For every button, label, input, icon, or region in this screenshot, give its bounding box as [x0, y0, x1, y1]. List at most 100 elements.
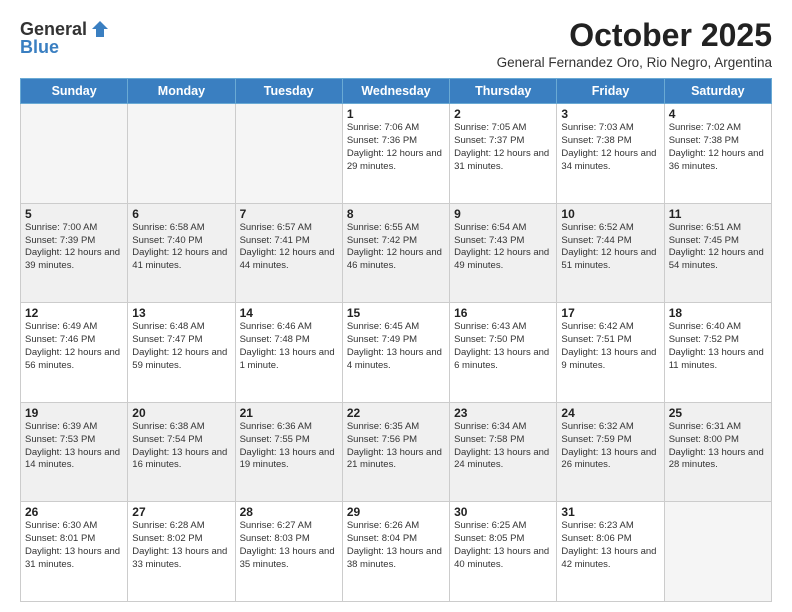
day-info: Sunrise: 6:36 AM Sunset: 7:55 PM Dayligh… [240, 421, 338, 472]
day-info: Sunrise: 6:31 AM Sunset: 8:00 PM Dayligh… [669, 421, 767, 472]
day-info: Sunrise: 7:06 AM Sunset: 7:36 PM Dayligh… [347, 122, 445, 173]
calendar-day-cell: 1Sunrise: 7:06 AM Sunset: 7:36 PM Daylig… [342, 104, 449, 204]
header-sunday: Sunday [21, 79, 128, 104]
day-info: Sunrise: 7:03 AM Sunset: 7:38 PM Dayligh… [561, 122, 659, 173]
calendar-day-cell: 13Sunrise: 6:48 AM Sunset: 7:47 PM Dayli… [128, 303, 235, 403]
day-number: 6 [132, 207, 230, 221]
day-info: Sunrise: 6:42 AM Sunset: 7:51 PM Dayligh… [561, 321, 659, 372]
header-monday: Monday [128, 79, 235, 104]
day-info: Sunrise: 6:40 AM Sunset: 7:52 PM Dayligh… [669, 321, 767, 372]
day-number: 1 [347, 107, 445, 121]
day-number: 9 [454, 207, 552, 221]
day-info: Sunrise: 6:25 AM Sunset: 8:05 PM Dayligh… [454, 520, 552, 571]
day-number: 21 [240, 406, 338, 420]
logo-icon [89, 18, 111, 40]
page-header: General Blue October 2025 General Fernan… [20, 18, 772, 70]
calendar-day-cell: 21Sunrise: 6:36 AM Sunset: 7:55 PM Dayli… [235, 402, 342, 502]
day-number: 29 [347, 505, 445, 519]
calendar-day-cell: 19Sunrise: 6:39 AM Sunset: 7:53 PM Dayli… [21, 402, 128, 502]
month-title: October 2025 [497, 18, 772, 53]
day-info: Sunrise: 7:05 AM Sunset: 7:37 PM Dayligh… [454, 122, 552, 173]
day-info: Sunrise: 6:34 AM Sunset: 7:58 PM Dayligh… [454, 421, 552, 472]
calendar-day-cell: 28Sunrise: 6:27 AM Sunset: 8:03 PM Dayli… [235, 502, 342, 602]
day-info: Sunrise: 6:43 AM Sunset: 7:50 PM Dayligh… [454, 321, 552, 372]
calendar-week-row: 26Sunrise: 6:30 AM Sunset: 8:01 PM Dayli… [21, 502, 772, 602]
calendar-week-row: 19Sunrise: 6:39 AM Sunset: 7:53 PM Dayli… [21, 402, 772, 502]
day-number: 19 [25, 406, 123, 420]
day-info: Sunrise: 6:27 AM Sunset: 8:03 PM Dayligh… [240, 520, 338, 571]
calendar-day-cell [664, 502, 771, 602]
calendar-day-cell: 20Sunrise: 6:38 AM Sunset: 7:54 PM Dayli… [128, 402, 235, 502]
calendar-day-cell: 7Sunrise: 6:57 AM Sunset: 7:41 PM Daylig… [235, 203, 342, 303]
calendar-day-cell: 2Sunrise: 7:05 AM Sunset: 7:37 PM Daylig… [450, 104, 557, 204]
day-number: 2 [454, 107, 552, 121]
calendar-day-cell: 12Sunrise: 6:49 AM Sunset: 7:46 PM Dayli… [21, 303, 128, 403]
calendar-day-cell [128, 104, 235, 204]
calendar-day-cell: 3Sunrise: 7:03 AM Sunset: 7:38 PM Daylig… [557, 104, 664, 204]
day-number: 22 [347, 406, 445, 420]
day-number: 12 [25, 306, 123, 320]
day-info: Sunrise: 7:00 AM Sunset: 7:39 PM Dayligh… [25, 222, 123, 273]
calendar-day-cell: 5Sunrise: 7:00 AM Sunset: 7:39 PM Daylig… [21, 203, 128, 303]
day-info: Sunrise: 7:02 AM Sunset: 7:38 PM Dayligh… [669, 122, 767, 173]
day-number: 26 [25, 505, 123, 519]
day-info: Sunrise: 6:46 AM Sunset: 7:48 PM Dayligh… [240, 321, 338, 372]
calendar-day-cell: 23Sunrise: 6:34 AM Sunset: 7:58 PM Dayli… [450, 402, 557, 502]
calendar-day-cell: 18Sunrise: 6:40 AM Sunset: 7:52 PM Dayli… [664, 303, 771, 403]
calendar-day-cell: 10Sunrise: 6:52 AM Sunset: 7:44 PM Dayli… [557, 203, 664, 303]
day-info: Sunrise: 6:54 AM Sunset: 7:43 PM Dayligh… [454, 222, 552, 273]
day-number: 5 [25, 207, 123, 221]
calendar-table: Sunday Monday Tuesday Wednesday Thursday… [20, 78, 772, 602]
calendar-day-cell: 24Sunrise: 6:32 AM Sunset: 7:59 PM Dayli… [557, 402, 664, 502]
day-number: 17 [561, 306, 659, 320]
calendar-day-cell: 29Sunrise: 6:26 AM Sunset: 8:04 PM Dayli… [342, 502, 449, 602]
day-number: 13 [132, 306, 230, 320]
day-info: Sunrise: 6:49 AM Sunset: 7:46 PM Dayligh… [25, 321, 123, 372]
day-number: 7 [240, 207, 338, 221]
calendar-day-cell [21, 104, 128, 204]
calendar-day-cell: 14Sunrise: 6:46 AM Sunset: 7:48 PM Dayli… [235, 303, 342, 403]
day-number: 24 [561, 406, 659, 420]
day-info: Sunrise: 6:52 AM Sunset: 7:44 PM Dayligh… [561, 222, 659, 273]
calendar-day-cell: 22Sunrise: 6:35 AM Sunset: 7:56 PM Dayli… [342, 402, 449, 502]
logo-blue-text: Blue [20, 37, 59, 58]
calendar-day-cell: 6Sunrise: 6:58 AM Sunset: 7:40 PM Daylig… [128, 203, 235, 303]
calendar-day-cell: 16Sunrise: 6:43 AM Sunset: 7:50 PM Dayli… [450, 303, 557, 403]
day-info: Sunrise: 6:28 AM Sunset: 8:02 PM Dayligh… [132, 520, 230, 571]
calendar-week-row: 12Sunrise: 6:49 AM Sunset: 7:46 PM Dayli… [21, 303, 772, 403]
day-info: Sunrise: 6:51 AM Sunset: 7:45 PM Dayligh… [669, 222, 767, 273]
header-wednesday: Wednesday [342, 79, 449, 104]
day-info: Sunrise: 6:35 AM Sunset: 7:56 PM Dayligh… [347, 421, 445, 472]
calendar-day-cell: 31Sunrise: 6:23 AM Sunset: 8:06 PM Dayli… [557, 502, 664, 602]
calendar-day-cell: 9Sunrise: 6:54 AM Sunset: 7:43 PM Daylig… [450, 203, 557, 303]
day-info: Sunrise: 6:32 AM Sunset: 7:59 PM Dayligh… [561, 421, 659, 472]
calendar-day-cell: 11Sunrise: 6:51 AM Sunset: 7:45 PM Dayli… [664, 203, 771, 303]
day-number: 25 [669, 406, 767, 420]
title-block: October 2025 General Fernandez Oro, Rio … [497, 18, 772, 70]
calendar-day-cell: 4Sunrise: 7:02 AM Sunset: 7:38 PM Daylig… [664, 104, 771, 204]
calendar-week-row: 1Sunrise: 7:06 AM Sunset: 7:36 PM Daylig… [21, 104, 772, 204]
day-number: 10 [561, 207, 659, 221]
calendar-day-cell: 17Sunrise: 6:42 AM Sunset: 7:51 PM Dayli… [557, 303, 664, 403]
calendar-day-cell: 8Sunrise: 6:55 AM Sunset: 7:42 PM Daylig… [342, 203, 449, 303]
day-info: Sunrise: 6:39 AM Sunset: 7:53 PM Dayligh… [25, 421, 123, 472]
header-tuesday: Tuesday [235, 79, 342, 104]
day-number: 31 [561, 505, 659, 519]
day-number: 3 [561, 107, 659, 121]
day-number: 20 [132, 406, 230, 420]
day-info: Sunrise: 6:57 AM Sunset: 7:41 PM Dayligh… [240, 222, 338, 273]
day-info: Sunrise: 6:48 AM Sunset: 7:47 PM Dayligh… [132, 321, 230, 372]
day-info: Sunrise: 6:30 AM Sunset: 8:01 PM Dayligh… [25, 520, 123, 571]
header-saturday: Saturday [664, 79, 771, 104]
day-number: 23 [454, 406, 552, 420]
day-number: 8 [347, 207, 445, 221]
day-number: 4 [669, 107, 767, 121]
header-thursday: Thursday [450, 79, 557, 104]
calendar-day-cell: 25Sunrise: 6:31 AM Sunset: 8:00 PM Dayli… [664, 402, 771, 502]
logo: General Blue [20, 18, 111, 58]
day-info: Sunrise: 6:26 AM Sunset: 8:04 PM Dayligh… [347, 520, 445, 571]
day-info: Sunrise: 6:23 AM Sunset: 8:06 PM Dayligh… [561, 520, 659, 571]
calendar-week-row: 5Sunrise: 7:00 AM Sunset: 7:39 PM Daylig… [21, 203, 772, 303]
day-info: Sunrise: 6:38 AM Sunset: 7:54 PM Dayligh… [132, 421, 230, 472]
day-number: 11 [669, 207, 767, 221]
